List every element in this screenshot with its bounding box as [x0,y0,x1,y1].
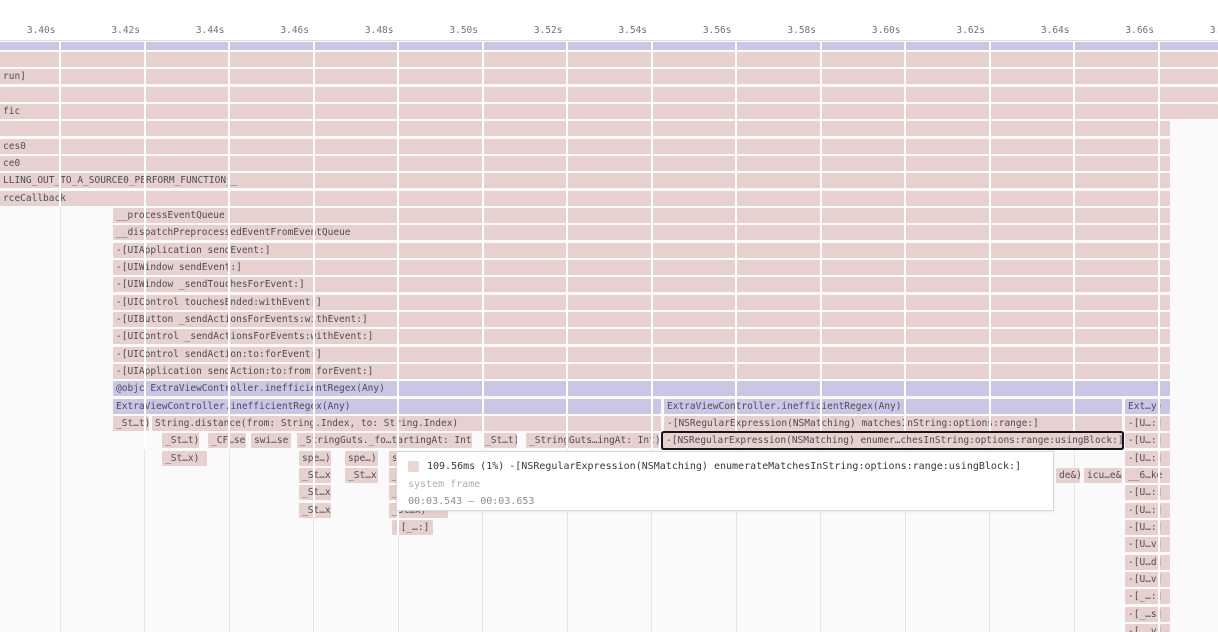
frame-bar[interactable]: __dispatchPreprocessedEventFromEventQueu… [113,225,1170,240]
frame-bar[interactable]: -[UIControl _sendActionsForEvents:withEv… [113,329,1170,344]
frame-bar[interactable]: -[NSRegularExpression(NSMatching) matche… [664,416,1122,431]
frame-bar[interactable] [0,121,1170,136]
frame-bar[interactable]: rceCallback [0,191,1170,206]
ruler-tick-label: 3.62s [929,25,985,36]
frame-bar[interactable]: -[UIControl touchesEnded:withEvent:] [113,295,1170,310]
tooltip-title-row: 109.56ms (1%) -[NSRegularExpression(NSMa… [408,458,1042,474]
frame-bar[interactable]: __processEventQueue [113,208,1170,223]
frame-bar[interactable]: swi…se [251,433,291,448]
category-color-swatch-icon [408,461,419,472]
frame-bar[interactable]: -[UIWindow sendEvent:] [113,260,1170,275]
frame-bar[interactable]: icu…e&) [1084,468,1122,483]
frame-bar[interactable]: -[U…:] [1125,520,1170,535]
gridline-over-bars [989,41,991,449]
ruler-tick-label: 3.46s [253,25,309,36]
frame-tooltip: 109.56ms (1%) -[NSRegularExpression(NSMa… [396,451,1054,511]
gridline-over-bars [1158,41,1160,632]
frame-bar[interactable]: LLING_OUT_TO_A_SOURCE0_PERFORM_FUNCTION_… [0,173,1170,188]
frame-bar[interactable]: _St…x) [299,485,331,500]
frame-bar[interactable]: -[U…:] [1125,433,1170,448]
gridline-over-bars [820,41,822,449]
frame-bar[interactable]: spe…)) [299,451,331,466]
ruler-tick-label: 3.58s [760,25,816,36]
frame-bar[interactable]: __6…ke [1125,468,1170,483]
frame-bar[interactable]: -[U…:] [1125,451,1170,466]
ruler-tick-label: 3.66s [1098,25,1154,36]
tooltip-frame-kind: system frame [408,478,1042,492]
top-category-band [0,42,1218,50]
frame-bar[interactable] [0,87,1218,102]
frame-bar[interactable]: -[_…v] [1125,624,1170,632]
frame-bar[interactable]: -[UIButton _sendActionsForEvents:withEve… [113,312,1170,327]
gridline-over-bars [59,41,61,206]
frame-bar[interactable]: ce0 [0,156,1170,171]
frame-bar[interactable]: -[UIControl sendAction:to:forEvent:] [113,347,1170,362]
frame-bar[interactable]: run] [0,69,1218,84]
frame-bar[interactable]: spe…)) [345,451,378,466]
ruler-tick-label: 3.68s [1183,25,1218,36]
frame-bar[interactable]: -[U…v] [1125,537,1170,552]
gridline-over-bars [566,41,568,449]
gridline-over-bars [144,41,146,449]
frame-bar[interactable]: ces0 [0,139,1170,154]
frame-bar[interactable]: -[_…s] [1125,607,1170,622]
tooltip-duration: 109.56ms [427,461,475,472]
frame-bar[interactable]: -[U…:] [1125,416,1170,431]
ruler-tick-label: 3.40s [0,25,56,36]
frame-bar[interactable]: -[U…:] [1125,503,1170,518]
frame-bar[interactable]: -[UIApplication sendEvent:] [113,243,1170,258]
gridline-over-bars [904,41,906,449]
ruler-tick-label: 3.54s [591,25,647,36]
ruler-tick-label: 3.64s [1014,25,1070,36]
ruler-tick-label: 3.50s [422,25,478,36]
frame-bar[interactable]: -[UIWindow _sendTouchesForEvent:] [113,277,1170,292]
tooltip-time-range: 00:03.543 — 00:03.653 [408,495,1042,509]
frame-bar[interactable]: _St…t) [162,433,199,448]
frame-bar[interactable]: -[U…:] [1125,485,1170,500]
frame-bar[interactable]: fic [0,104,1218,119]
stack-chart[interactable]: run] fic ces0 ce0 LLING_OUT_TO_A_SOURCE0_PER… [0,40,1218,632]
ruler-tick-label: 3.44s [169,25,225,36]
ruler-tick-label: 3.48s [338,25,394,36]
timeline-ruler[interactable]: 3.40s 3.42s 3.44s 3.46s 3.48s 3.50s 3.52s 3.54s… [0,0,1218,41]
frame-bar[interactable]: -[U…v] [1125,572,1170,587]
frame-bar[interactable]: _St…x) [162,451,207,466]
selected-frame-bar[interactable]: -[NSRegularExpression(NSMatching) enumer… [663,433,1122,448]
frame-bar[interactable]: _StringGuts…ingAt: Int) [526,433,659,448]
ruler-tick-label: 3.42s [84,25,140,36]
frame-bar[interactable]: _St…x) [345,468,378,483]
frame-bar[interactable] [0,52,1218,67]
gridline-over-bars [313,41,315,517]
ruler-tick-label: 3.52s [507,25,563,36]
tooltip-percent: (1%) [480,461,504,472]
frame-bar[interactable]: ExtraViewController.inefficientRegex(Any… [113,399,661,414]
tooltip-frame-name: -[NSRegularExpression(NSMatching) enumer… [509,461,1021,472]
frame-bar[interactable]: de&) [1056,468,1080,483]
frame-bar[interactable]: -[_…:] [1125,589,1170,604]
frame-bar[interactable]: _St…x) [299,468,331,483]
frame-bar[interactable]: -[UIApplication sendAction:to:from:forEv… [113,364,1170,379]
gridline-over-bars [651,41,653,449]
frame-bar[interactable]: -[U…d] [1125,555,1170,570]
frame-bar[interactable]: ExtraViewController.inefficientRegex(Any… [664,399,1122,414]
frame-bar[interactable]: Ext…y) [1125,399,1170,414]
profiler-stack-chart-view: 3.40s 3.42s 3.44s 3.46s 3.48s 3.50s 3.52s 3.54s… [0,0,1218,632]
frame-bar[interactable]: _St…t) [482,433,517,448]
frame-bar[interactable]: _St…x) [299,503,331,518]
gridline-over-bars [1073,41,1075,449]
gridline-over-bars [228,41,230,449]
gridline-over-bars [482,41,484,449]
ruler-tick-label: 3.60s [845,25,901,36]
frame-bar[interactable]: _StringGuts._fo…tartingAt: Int) [297,433,472,448]
frame-bar[interactable]: @objc ExtraViewController.inefficientReg… [113,381,1170,396]
gridline-over-bars [735,41,737,449]
ruler-tick-label: 3.56s [676,25,732,36]
frame-bar[interactable]: _CF…se [208,433,246,448]
